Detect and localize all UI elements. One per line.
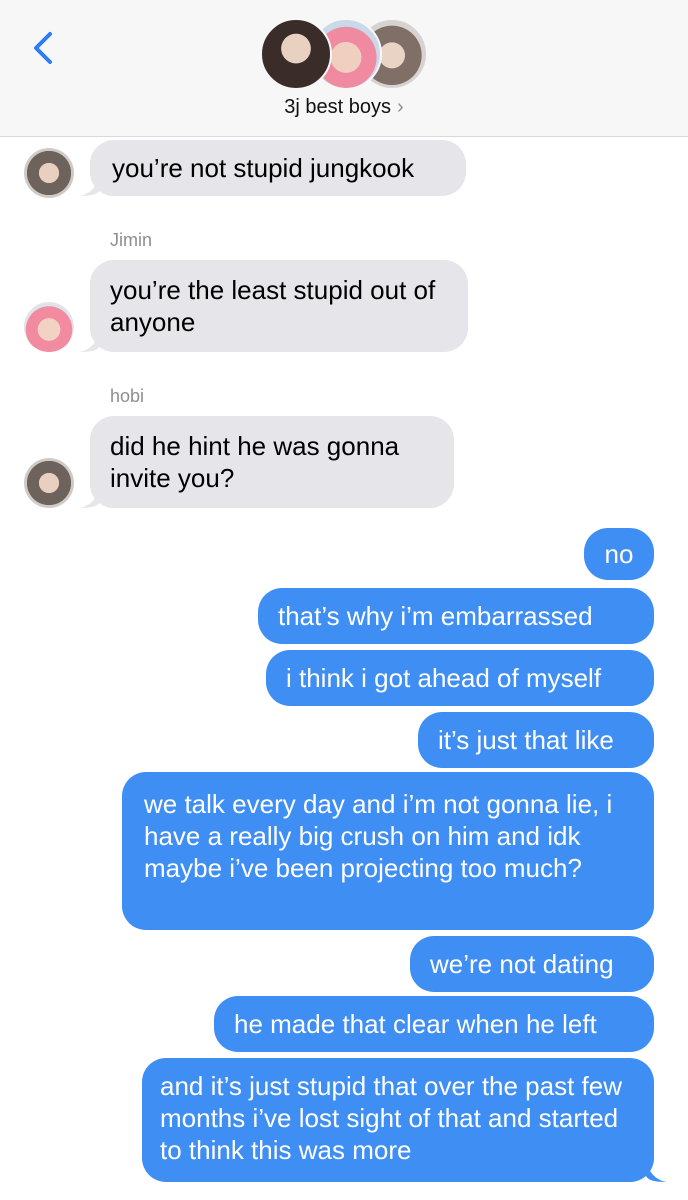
message-bubble[interactable]: you’re not stupid jungkook (90, 140, 466, 196)
chevron-left-icon[interactable] (24, 28, 64, 68)
message-bubble[interactable]: we’re not dating (410, 936, 654, 992)
avatar[interactable] (24, 302, 74, 352)
conversation-header: 3j best boys › (0, 0, 688, 137)
message-text: we talk every day and i’m not gonna lie,… (144, 789, 613, 883)
message-text: it’s just that like (438, 725, 614, 755)
chevron-right-icon: › (397, 96, 404, 118)
group-name-label: 3j best boys (284, 96, 392, 118)
message-bubble[interactable]: we talk every day and i’m not gonna lie,… (122, 772, 654, 930)
avatar[interactable] (24, 148, 74, 198)
avatar (260, 18, 332, 90)
message-text: he made that clear when he left (234, 1009, 597, 1039)
message-bubble[interactable]: i think i got ahead of myself (266, 650, 654, 706)
bubble-tail (80, 174, 100, 196)
message-text: you’re not stupid jungkook (112, 153, 415, 183)
message-text: and it’s just stupid that over the past … (160, 1071, 623, 1165)
sender-name: Jimin (110, 230, 153, 250)
message-bubble[interactable]: that’s why i’m embarrassed (258, 588, 654, 644)
group-name[interactable]: 3j best boys › (0, 96, 688, 119)
message-text: that’s why i’m embarrassed (278, 601, 593, 631)
message-bubble[interactable]: no (584, 528, 654, 580)
bubble-tail (80, 486, 100, 508)
message-text: did he hint he was gonna invite you? (110, 431, 400, 493)
bubble-tail (80, 330, 100, 352)
message-bubble[interactable]: and it’s just stupid that over the past … (142, 1058, 654, 1182)
message-text: we’re not dating (430, 949, 614, 979)
message-bubble[interactable]: it’s just that like (418, 712, 654, 768)
message-text: you’re the least stupid out of anyone (110, 275, 436, 337)
message-bubble[interactable]: he made that clear when he left (214, 996, 654, 1052)
message-text: i think i got ahead of myself (286, 663, 602, 693)
avatar[interactable] (24, 458, 74, 508)
message-bubble[interactable]: did he hint he was gonna invite you? (90, 416, 454, 508)
message-text: no (604, 539, 634, 569)
message-bubble[interactable]: you’re the least stupid out of anyone (90, 260, 468, 352)
bubble-tail (646, 1160, 666, 1182)
group-avatars[interactable] (260, 18, 430, 90)
sender-name: hobi (110, 386, 145, 406)
